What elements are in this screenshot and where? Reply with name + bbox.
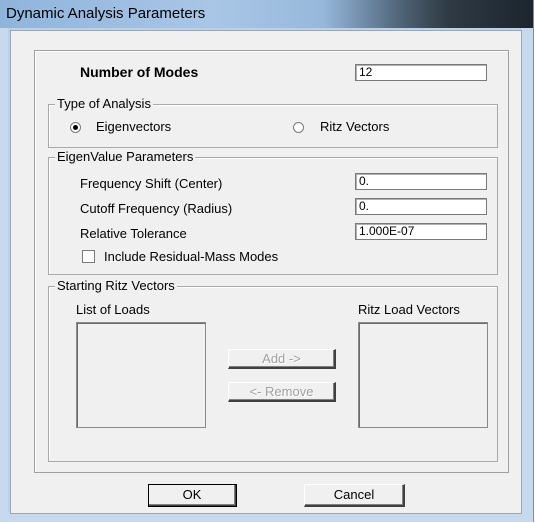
remove-button[interactable]: <- Remove [228,382,336,402]
window-border-right [521,28,533,522]
window-border-left [0,28,8,522]
cutoff-frequency-input[interactable] [355,198,487,215]
eigenvectors-radio[interactable] [70,122,81,133]
ok-button[interactable]: OK [148,484,237,507]
add-button[interactable]: Add -> [228,349,336,369]
ritz-load-vectors-label: Ritz Load Vectors [358,302,460,317]
eigenvalue-parameters-title: EigenValue Parameters [55,149,196,164]
relative-tolerance-label: Relative Tolerance [80,226,187,241]
ritz-vectors-label[interactable]: Ritz Vectors [320,119,389,134]
title-bar[interactable]: Dynamic Analysis Parameters [0,0,533,28]
radio-selected-dot [73,125,78,130]
ritz-vectors-radio[interactable] [293,122,304,133]
list-of-loads-listbox[interactable] [76,322,206,428]
number-of-modes-label: Number of Modes [80,64,199,80]
title-bar-shading [323,0,533,28]
dialog-window: Dynamic Analysis Parameters Number of Mo… [0,0,534,522]
starting-ritz-vectors-title: Starting Ritz Vectors [55,278,177,293]
relative-tolerance-input[interactable] [355,223,487,240]
eigenvectors-label[interactable]: Eigenvectors [96,119,171,134]
number-of-modes-input[interactable] [355,64,487,81]
list-of-loads-label: List of Loads [76,302,150,317]
window-title: Dynamic Analysis Parameters [6,5,206,22]
frequency-shift-label: Frequency Shift (Center) [80,176,223,191]
ritz-load-vectors-listbox[interactable] [358,322,488,428]
include-residual-mass-label[interactable]: Include Residual-Mass Modes [104,249,278,264]
cancel-button[interactable]: Cancel [304,484,405,507]
frequency-shift-input[interactable] [355,173,487,190]
type-of-analysis-title: Type of Analysis [55,96,153,111]
include-residual-mass-checkbox[interactable] [82,250,95,263]
cutoff-frequency-label: Cutoff Frequency (Radius) [80,201,233,216]
